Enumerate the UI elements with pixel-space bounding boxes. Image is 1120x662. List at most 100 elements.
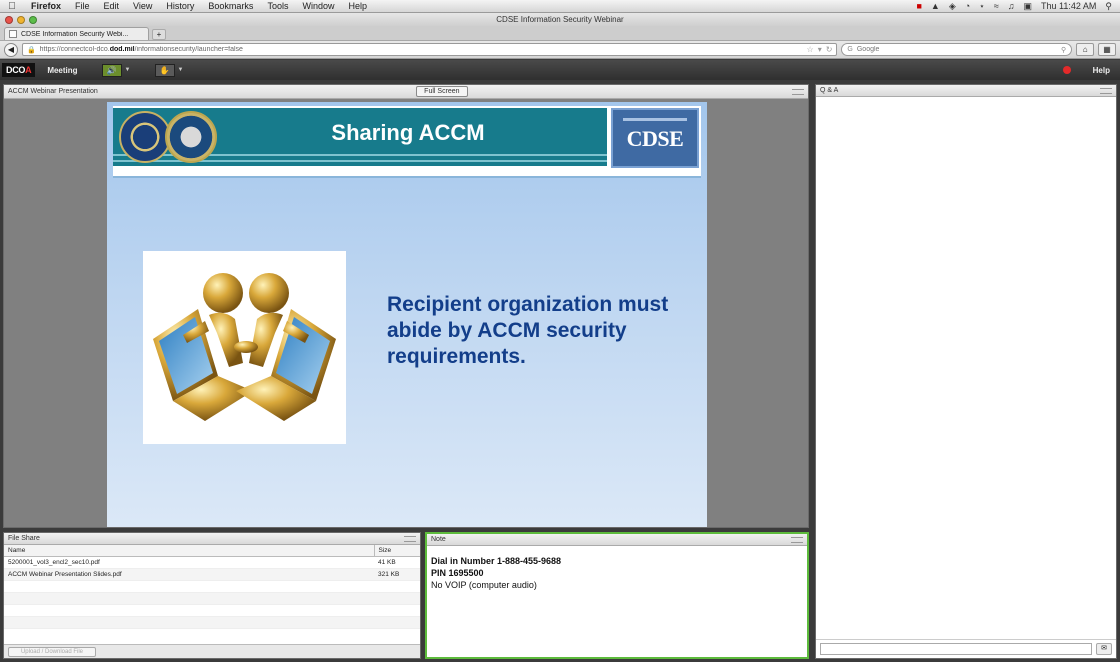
browser-title-bar: CDSE Information Security Webinar — [0, 13, 1120, 26]
clock[interactable]: Thu 11:42 AM — [1041, 1, 1096, 11]
note-title: Note — [431, 536, 446, 543]
slide-body-text: Recipient organization must abide by ACC… — [387, 293, 669, 368]
reload-icon[interactable]: ↻ — [826, 45, 833, 54]
tab-webinar[interactable]: CDSE Information Security Webi... — [4, 27, 149, 40]
file-share-header: File Share — [4, 533, 420, 545]
pod-options-icon[interactable] — [792, 88, 804, 95]
voip-note: No VOIP (computer audio) — [431, 580, 537, 590]
mac-menu-bar:  Firefox File Edit View History Bookmar… — [0, 0, 1120, 13]
note-header: Note — [427, 534, 807, 546]
network-figures-image — [143, 251, 346, 444]
column-name[interactable]: Name — [4, 545, 374, 557]
search-bar[interactable]: G ⚲ — [841, 43, 1073, 56]
qa-pod: Q & A ✉ — [815, 84, 1117, 659]
google-icon: G — [847, 46, 853, 53]
wifi-icon[interactable]: ≈ — [994, 1, 999, 11]
battery-icon[interactable]: ▣ — [1024, 1, 1033, 12]
dropdown-arrow-icon[interactable]: ▾ — [818, 45, 822, 54]
qa-divider — [816, 639, 1116, 640]
volume-icon[interactable]: ♫ — [1008, 1, 1015, 11]
share-pod-title: ACCM Webinar Presentation — [8, 88, 98, 95]
file-table-header: Name Size — [4, 545, 420, 557]
bookmark-star-icon[interactable]: ☆ — [807, 45, 814, 54]
menu-file[interactable]: File — [68, 0, 97, 13]
menu-view[interactable]: View — [126, 0, 159, 13]
dial-in-number: Dial in Number 1-888-455-9688 — [431, 556, 562, 566]
navigation-bar: ◀ 🔒 https://connectcol-dco.dod.mil/infor… — [0, 41, 1120, 59]
url-text: https://connectcol-dco.dod.mil/informati… — [39, 46, 243, 53]
address-bar[interactable]: 🔒 https://connectcol-dco.dod.mil/informa… — [21, 43, 838, 56]
pin-number: PIN 1695500 — [431, 568, 484, 578]
menu-history[interactable]: History — [159, 0, 201, 13]
note-content: Dial in Number 1-888-455-9688 PIN 169550… — [427, 546, 807, 600]
note-pod: Note Dial in Number 1-888-455-9688 PIN 1… — [425, 532, 809, 659]
full-screen-button[interactable]: Full Screen — [416, 86, 468, 97]
logo-tagline-bar — [623, 118, 687, 121]
home-button[interactable]: ⌂ — [1076, 43, 1095, 56]
send-question-button[interactable]: ✉ — [1096, 643, 1112, 655]
time-machine-icon[interactable]: ◔ — [965, 1, 970, 11]
table-row[interactable]: 5200001_vol3_encl2_sec10.pdf 41 KB — [4, 556, 420, 569]
menu-bookmarks[interactable]: Bookmarks — [201, 0, 260, 13]
lock-icon: 🔒 — [26, 46, 36, 54]
speaker-dropdown-icon[interactable]: ▼ — [125, 67, 131, 73]
menu-edit[interactable]: Edit — [97, 0, 127, 13]
bluetooth-icon[interactable]: ⋆ — [979, 1, 985, 12]
file-share-pod: File Share Name Size 5200001_vol3_encl2_… — [3, 532, 421, 659]
close-window-button[interactable] — [5, 15, 13, 24]
zoom-window-button[interactable] — [29, 15, 37, 24]
toolbar-menu-button[interactable]: ▦ — [1098, 43, 1116, 56]
question-input[interactable] — [820, 643, 1092, 655]
column-size[interactable]: Size — [373, 545, 420, 557]
menu-window[interactable]: Window — [295, 0, 341, 13]
upload-download-button[interactable]: Upload / Download File — [8, 647, 96, 657]
file-size: 41 KB — [374, 556, 420, 569]
qa-header: Q & A — [816, 85, 1116, 97]
table-row — [4, 604, 420, 617]
slide-title-band: Sharing ACCM — [113, 108, 607, 166]
search-input[interactable] — [856, 46, 1058, 53]
shield-icon[interactable]: ◈ — [949, 1, 956, 12]
presentation-slide: Sharing ACCM CDSE Recipient organization… — [107, 102, 707, 527]
share-pod: ACCM Webinar Presentation Full Screen Sh… — [3, 84, 809, 528]
raise-hand-icon[interactable]: ✋ — [154, 63, 175, 77]
slide-header-divider — [113, 176, 701, 178]
qa-title: Q & A — [820, 87, 839, 94]
tab-label: CDSE Information Security Webi... — [21, 30, 129, 38]
menu-tools[interactable]: Tools — [260, 0, 295, 13]
minimize-window-button[interactable] — [17, 15, 25, 24]
tab-strip: CDSE Information Security Webi... + — [0, 26, 1120, 41]
slide-title: Sharing ACCM — [331, 120, 485, 145]
menu-help[interactable]: Help — [341, 0, 374, 13]
file-size: 321 KB — [374, 568, 420, 581]
table-row — [4, 580, 420, 593]
share-pod-header: ACCM Webinar Presentation Full Screen — [4, 85, 808, 99]
pod-options-icon[interactable] — [791, 536, 803, 543]
window-controls — [0, 15, 37, 24]
cdse-logo-text: CDSE — [626, 126, 684, 151]
pod-options-icon[interactable] — [404, 535, 416, 542]
table-row[interactable]: ACCM Webinar Presentation Slides.pdf 321… — [4, 568, 420, 581]
adobe-icon[interactable]: ▲ — [931, 1, 940, 11]
speaker-icon[interactable]: 🔊 — [101, 63, 122, 77]
menu-app-name[interactable]: Firefox — [24, 0, 68, 13]
new-tab-button[interactable]: + — [152, 29, 166, 40]
back-button[interactable]: ◀ — [4, 42, 18, 57]
record-status-icon[interactable]: ■ — [916, 1, 921, 11]
file-share-footer: Upload / Download File — [4, 644, 420, 658]
file-name: ACCM Webinar Presentation Slides.pdf — [4, 568, 374, 581]
spotlight-search-icon[interactable]: ⚲ — [1105, 1, 1112, 12]
recording-indicator-icon — [1062, 66, 1071, 74]
search-icon[interactable]: ⚲ — [1061, 46, 1066, 54]
slide-header: Sharing ACCM CDSE — [113, 106, 701, 176]
meeting-menu[interactable]: Meeting — [47, 66, 77, 75]
pod-options-icon[interactable] — [1100, 87, 1112, 94]
status-dropdown-icon[interactable]: ▼ — [178, 67, 184, 73]
apple-menu-icon[interactable]:  — [0, 1, 24, 12]
connect-toolbar: DCOA Meeting 🔊 ▼ ✋ ▼ Help — [0, 60, 1120, 80]
cdse-logo: CDSE — [611, 108, 699, 168]
dod-seal-icon — [119, 111, 171, 163]
file-share-title: File Share — [8, 535, 40, 542]
help-menu[interactable]: Help — [1093, 66, 1110, 75]
page-favicon-icon — [9, 30, 17, 38]
